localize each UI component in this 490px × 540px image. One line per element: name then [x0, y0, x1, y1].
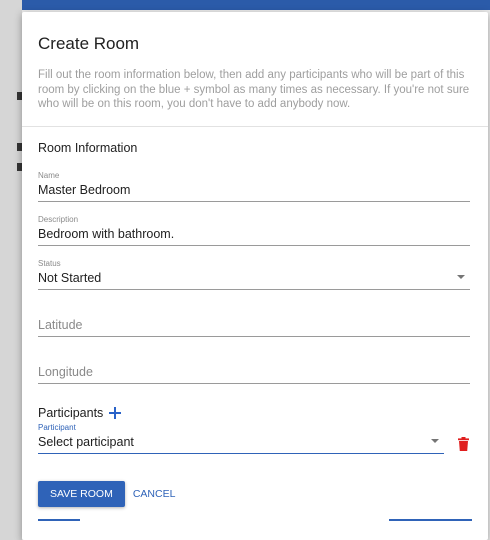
participant-row: Participant Select participant	[38, 423, 470, 454]
participant-select-label: Participant	[38, 422, 76, 432]
latitude-placeholder[interactable]: Latitude	[38, 318, 82, 332]
progress-segment	[389, 519, 472, 521]
participant-select-value[interactable]: Select participant	[38, 433, 444, 453]
status-select[interactable]: Status Not Started	[38, 259, 470, 290]
progress-segment	[38, 519, 80, 521]
create-room-dialog: Create Room Fill out the room informatio…	[22, 12, 488, 540]
name-field[interactable]: Name Master Bedroom	[38, 171, 470, 202]
dialog-actions: SAVE ROOM CANCEL	[38, 480, 470, 507]
description-field[interactable]: Description Bedroom with bathroom.	[38, 215, 470, 246]
delete-participant-trash-icon[interactable]	[458, 436, 469, 451]
status-select-value[interactable]: Not Started	[38, 269, 470, 289]
chevron-down-icon[interactable]	[457, 274, 465, 279]
progress-indicator	[38, 519, 472, 521]
dialog-header: Create Room Fill out the room informatio…	[22, 12, 488, 127]
dialog-title: Create Room	[38, 34, 140, 53]
add-participant-plus-icon[interactable]	[109, 406, 122, 419]
description-field-value[interactable]: Bedroom with bathroom.	[38, 225, 470, 245]
chevron-down-icon[interactable]	[431, 438, 439, 443]
name-field-value[interactable]: Master Bedroom	[38, 181, 470, 201]
save-room-button[interactable]: SAVE ROOM	[38, 480, 125, 507]
description-field-label: Description	[38, 214, 79, 224]
participants-header: Participants	[38, 406, 470, 420]
status-select-label: Status	[38, 258, 61, 268]
dialog-intro-text: Fill out the room information below, the…	[38, 69, 470, 110]
cancel-button[interactable]: CANCEL	[129, 481, 180, 507]
longitude-placeholder[interactable]: Longitude	[38, 365, 93, 379]
name-field-label: Name	[38, 170, 60, 180]
longitude-field[interactable]: Longitude	[38, 359, 470, 384]
section-title-room-information: Room Information	[38, 140, 138, 155]
participant-select[interactable]: Participant Select participant	[38, 423, 444, 454]
dialog-body: Room Information Name Master Bedroom Des…	[22, 127, 488, 507]
participants-label: Participants	[38, 405, 104, 420]
latitude-field[interactable]: Latitude	[38, 312, 470, 337]
